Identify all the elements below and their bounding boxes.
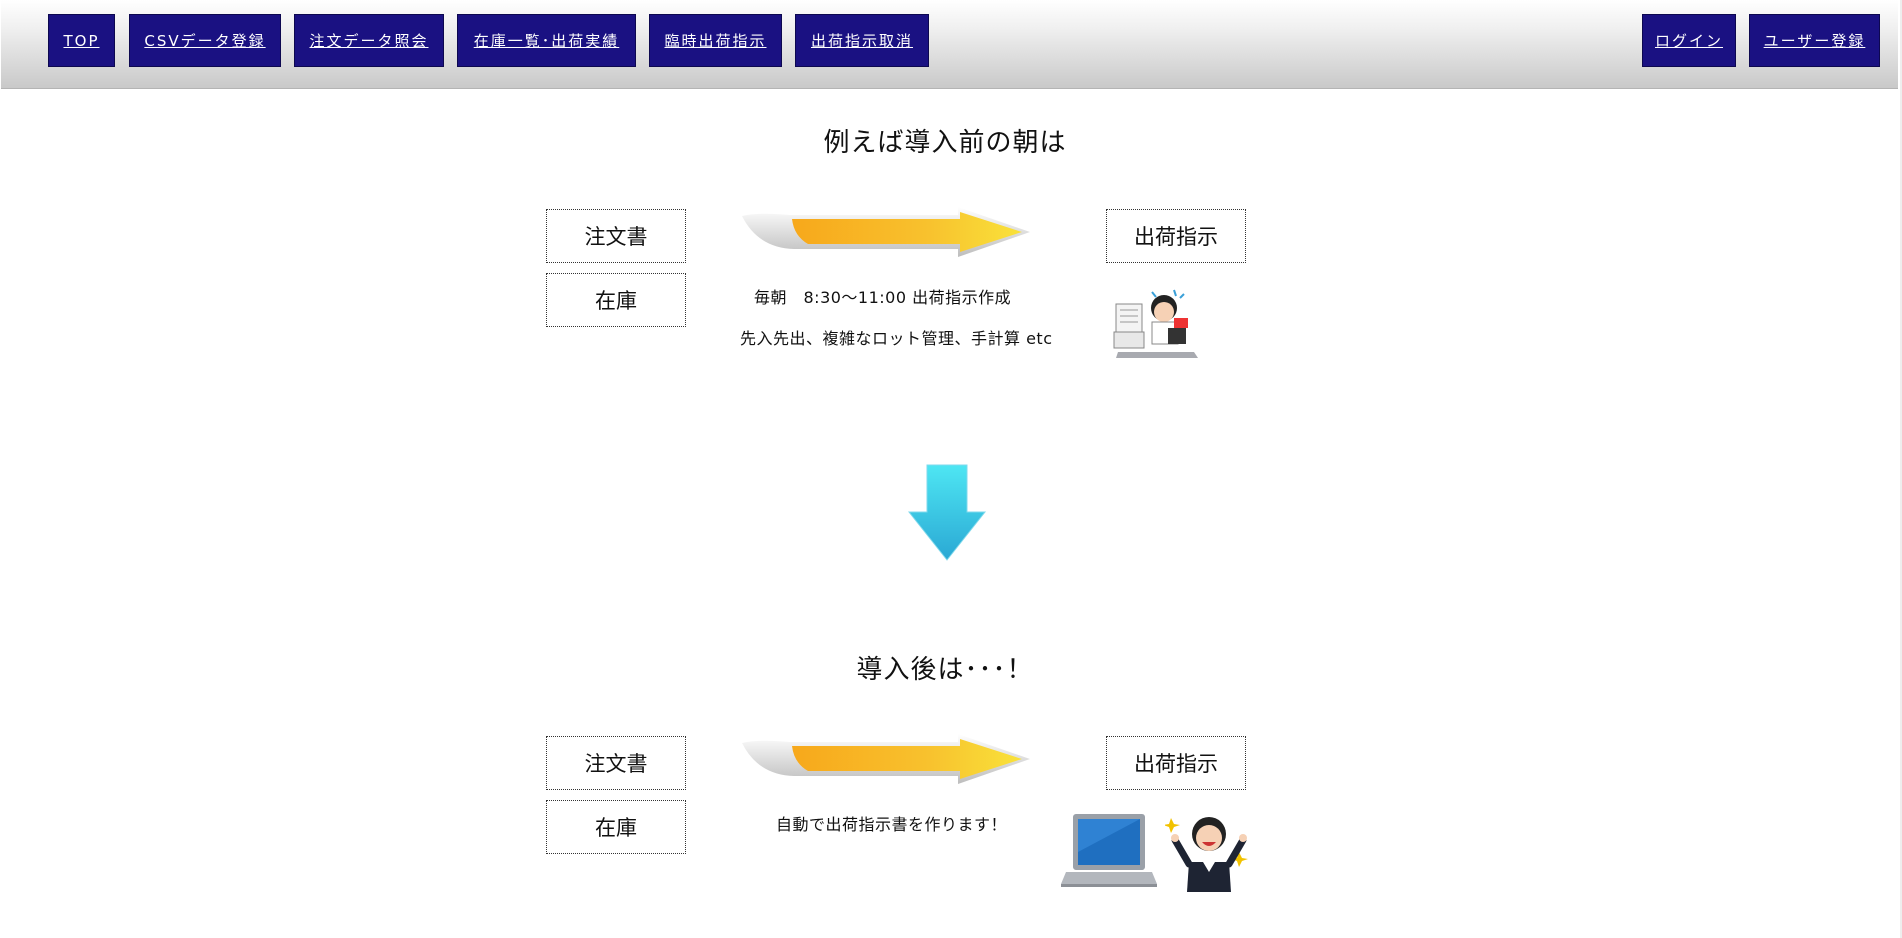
before-heading: 例えば導入前の朝は <box>823 128 1067 158</box>
after-stock-box: 在庫 <box>546 800 686 854</box>
nav-top-button[interactable]: TOP <box>48 14 115 67</box>
after-heading: 導入後は･･･！ <box>856 655 1034 685</box>
nav-user-register-button[interactable]: ユーザー登録 <box>1749 14 1880 67</box>
nav-temp-shipping-button[interactable]: 臨時出荷指示 <box>649 14 782 67</box>
after-note-line1: 自動で出荷指示書を作ります！ <box>776 815 1008 834</box>
orange-right-arrow-icon <box>742 207 1030 257</box>
before-order-box: 注文書 <box>546 209 686 263</box>
nav-cancel-shipping-button[interactable]: 出荷指示取消 <box>795 14 929 67</box>
before-note-line2: 先入先出、複雑なロット管理、手計算 etc <box>740 329 1053 348</box>
nav-order-inquiry-button[interactable]: 注文データ照会 <box>294 14 444 67</box>
top-nav-bar: TOP CSVデータ登録 注文データ照会 在庫一覧･出荷実績 臨時出荷指示 出荷… <box>1 0 1898 89</box>
nav-stock-shipping-button[interactable]: 在庫一覧･出荷実績 <box>457 14 636 67</box>
before-note-line1: 毎朝 8:30〜11:00 出荷指示作成 <box>754 288 1012 307</box>
before-stock-box: 在庫 <box>546 273 686 327</box>
page: TOP CSVデータ登録 注文データ照会 在庫一覧･出荷実績 臨時出荷指示 出荷… <box>0 0 1902 938</box>
blue-down-arrow-icon <box>907 464 987 561</box>
nav-csv-register-button[interactable]: CSVデータ登録 <box>129 14 281 67</box>
nav-login-button[interactable]: ログイン <box>1642 14 1736 67</box>
orange-right-arrow-icon <box>742 734 1030 784</box>
after-shipping-box: 出荷指示 <box>1106 736 1246 790</box>
after-order-box: 注文書 <box>546 736 686 790</box>
happy-worker-illustration-icon <box>1165 817 1248 892</box>
busy-worker-illustration-icon <box>1113 289 1198 358</box>
laptop-illustration-icon <box>1061 814 1157 887</box>
before-shipping-box: 出荷指示 <box>1106 209 1246 263</box>
